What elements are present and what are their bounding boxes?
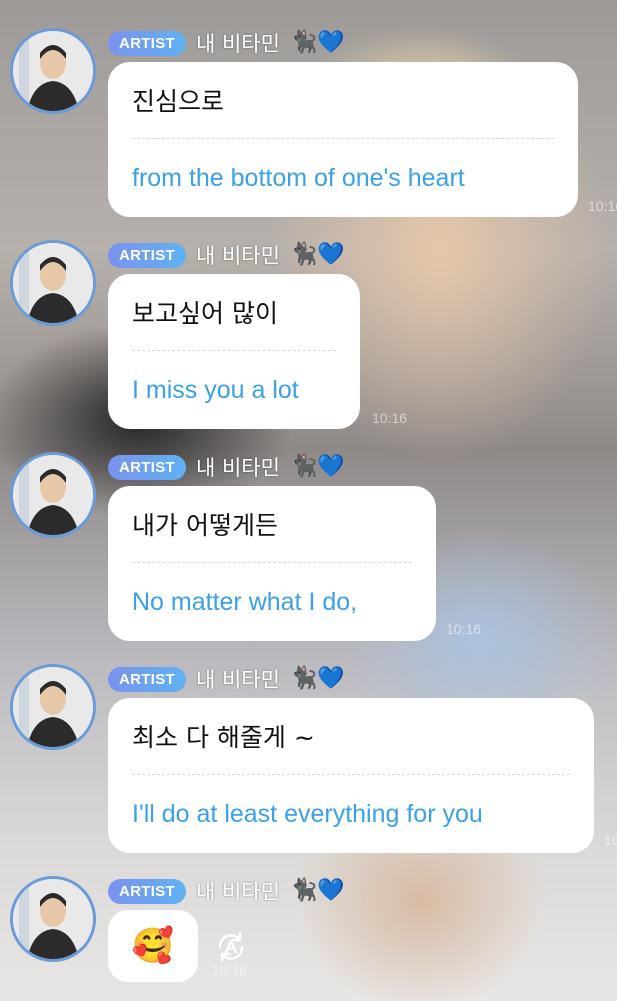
sender-emojis: 🐈‍⬛💙 — [289, 454, 345, 479]
translation-text: I miss you a lot — [132, 375, 299, 404]
translation-text: from the bottom of one's heart — [132, 163, 465, 192]
artist-badge: ARTIST — [108, 30, 186, 56]
sender-emojis: 🐈‍⬛💙 — [289, 666, 345, 691]
emoji-content: 🥰 — [131, 926, 175, 966]
avatar[interactable] — [10, 876, 96, 962]
emoji-message-bubble[interactable]: 🥰 — [108, 910, 198, 982]
original-text: 진심으로 — [132, 87, 225, 116]
avatar[interactable] — [10, 28, 96, 114]
artist-badge: ARTIST — [108, 242, 186, 268]
sender-name: 내 비타민 — [195, 32, 280, 56]
timestamp: 10:16 — [604, 832, 617, 848]
message-bubble[interactable]: 진심으로 from the bottom of one's heart — [108, 62, 578, 217]
message-header: ARTIST 내 비타민 🐈‍⬛💙 — [108, 664, 345, 694]
avatar[interactable] — [10, 240, 96, 326]
timestamp: 10:16 — [372, 410, 408, 426]
translate-button[interactable] — [212, 928, 250, 966]
timestamp: 10:16 — [588, 198, 617, 214]
message-header: ARTIST 내 비타민 🐈‍⬛💙 — [108, 876, 345, 906]
message-header: ARTIST 내 비타민 🐈‍⬛💙 — [108, 240, 345, 270]
artist-badge: ARTIST — [108, 878, 186, 904]
sender-emojis: 🐈‍⬛💙 — [289, 242, 345, 267]
sender-name: 내 비타민 — [195, 456, 280, 480]
sender-name: 내 비타민 — [195, 668, 280, 692]
artist-badge: ARTIST — [108, 454, 186, 480]
message-header: ARTIST 내 비타민 🐈‍⬛💙 — [108, 452, 345, 482]
translation-text: I'll do at least everything for you — [132, 799, 483, 828]
timestamp: 10:16 — [446, 621, 482, 637]
original-text: 보고싶어 많이 — [132, 299, 278, 328]
message-bubble[interactable]: 내가 어떻게든 No matter what I do, — [108, 486, 436, 641]
artist-badge: ARTIST — [108, 666, 186, 692]
sender-name: 내 비타민 — [195, 244, 280, 268]
message-bubble[interactable]: 최소 다 해줄게 ~ I'll do at least everything f… — [108, 698, 594, 853]
message-bubble[interactable]: 보고싶어 많이 I miss you a lot — [108, 274, 360, 429]
sender-emojis: 🐈‍⬛💙 — [289, 878, 345, 903]
avatar[interactable] — [10, 452, 96, 538]
avatar[interactable] — [10, 664, 96, 750]
translate-icon — [218, 931, 244, 963]
sender-name: 내 비타민 — [195, 880, 280, 904]
message-header: ARTIST 내 비타민 🐈‍⬛💙 — [108, 28, 345, 58]
original-text: 최소 다 해줄게 ~ — [132, 723, 315, 752]
sender-emojis: 🐈‍⬛💙 — [289, 30, 345, 55]
translation-text: No matter what I do, — [132, 587, 358, 616]
original-text: 내가 어떻게든 — [132, 511, 278, 540]
